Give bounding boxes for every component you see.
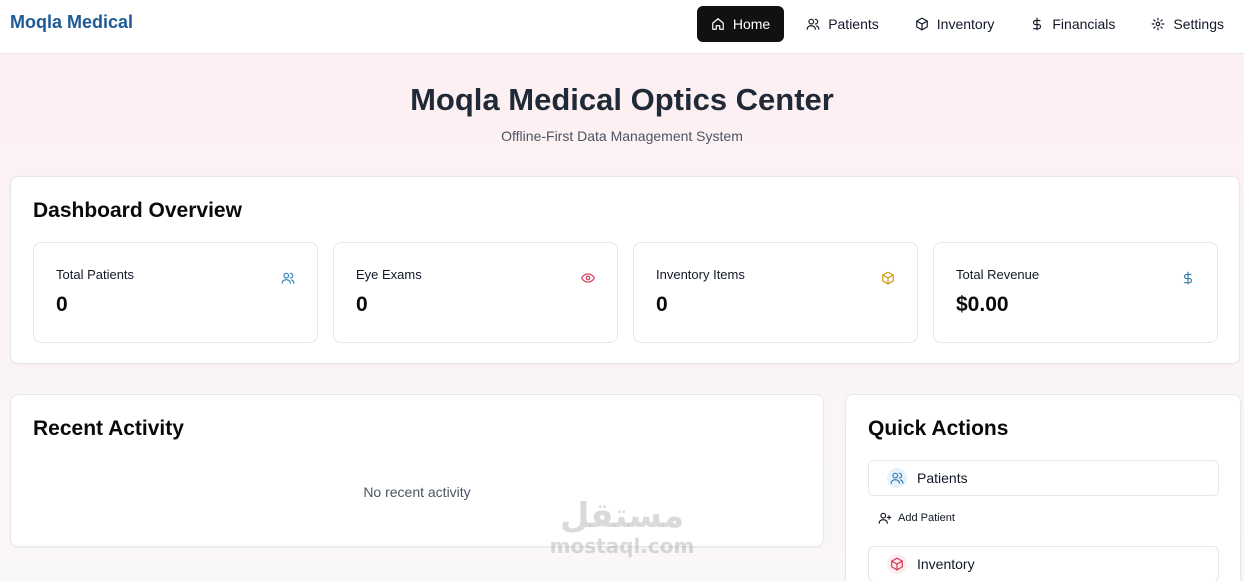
nav-home-label: Home bbox=[732, 16, 771, 32]
users-icon bbox=[806, 18, 820, 30]
quick-action-inventory-button[interactable]: Inventory bbox=[868, 546, 1219, 581]
nav-inventory[interactable]: Inventory bbox=[901, 6, 1009, 42]
dollar-icon bbox=[1033, 17, 1042, 31]
stat-value: 0 bbox=[656, 293, 668, 316]
stat-value: 0 bbox=[356, 293, 368, 316]
stat-value: 0 bbox=[56, 293, 68, 316]
quick-action-patients-label: Patients bbox=[917, 470, 968, 486]
stat-value: $0.00 bbox=[956, 293, 1009, 316]
page-subtitle: Offline-First Data Management System bbox=[501, 128, 743, 144]
recent-activity-card: Recent Activity No recent activity bbox=[10, 394, 824, 547]
add-patient-link[interactable]: Add Patient bbox=[878, 511, 955, 525]
nav-inventory-label: Inventory bbox=[936, 16, 995, 32]
stat-eye-exams: Eye Exams 0 bbox=[333, 242, 618, 343]
nav-settings[interactable]: Settings bbox=[1137, 6, 1238, 42]
stat-label: Inventory Items bbox=[656, 267, 745, 282]
top-nav-bar: Moqla Medical Home Patients Inventory Fi… bbox=[0, 0, 1244, 54]
nav-settings-label: Settings bbox=[1173, 16, 1224, 32]
nav-financials[interactable]: Financials bbox=[1016, 6, 1129, 42]
home-icon bbox=[711, 18, 724, 30]
recent-activity-title: Recent Activity bbox=[33, 417, 184, 440]
dashboard-overview-card: Dashboard Overview Total Patients 0 Eye … bbox=[10, 176, 1240, 364]
nav-financials-label: Financials bbox=[1052, 16, 1116, 32]
quick-actions-title: Quick Actions bbox=[868, 417, 1009, 440]
watermark-arabic: مستقل bbox=[559, 496, 685, 536]
quick-action-inventory-label: Inventory bbox=[917, 556, 975, 572]
watermark: مستقل mostaql.com bbox=[546, 497, 698, 557]
gear-icon bbox=[1151, 17, 1165, 31]
overview-title: Dashboard Overview bbox=[33, 199, 242, 222]
stat-total-patients: Total Patients 0 bbox=[33, 242, 318, 343]
main-nav: Home Patients Inventory Financials Setti… bbox=[696, 6, 1238, 42]
stat-label: Total Patients bbox=[56, 267, 135, 282]
user-plus-icon bbox=[878, 512, 892, 524]
box-icon bbox=[915, 17, 928, 31]
eye-icon bbox=[581, 273, 595, 283]
box-icon bbox=[882, 271, 894, 285]
quick-action-patients-button[interactable]: Patients bbox=[868, 460, 1219, 496]
quick-actions-card: Quick Actions Patients Add Patient Inven… bbox=[845, 394, 1241, 581]
brand-logo-text[interactable]: Moqla Medical bbox=[10, 12, 133, 33]
add-patient-label: Add Patient bbox=[898, 512, 955, 524]
stat-total-revenue: Total Revenue $0.00 bbox=[933, 242, 1218, 343]
nav-patients-label: Patients bbox=[828, 16, 879, 32]
nav-home[interactable]: Home bbox=[696, 6, 785, 42]
dollar-icon bbox=[1183, 271, 1193, 285]
empty-state-text: No recent activity bbox=[363, 484, 471, 500]
page-title: Moqla Medical Optics Center bbox=[410, 82, 834, 117]
box-icon bbox=[887, 554, 907, 574]
nav-patients[interactable]: Patients bbox=[792, 6, 893, 42]
stat-label: Eye Exams bbox=[356, 267, 422, 282]
users-icon bbox=[887, 468, 907, 488]
watermark-latin: mostaql.com bbox=[549, 534, 695, 558]
stat-inventory-items: Inventory Items 0 bbox=[633, 242, 918, 343]
users-icon bbox=[281, 272, 295, 284]
stat-label: Total Revenue bbox=[956, 267, 1040, 282]
